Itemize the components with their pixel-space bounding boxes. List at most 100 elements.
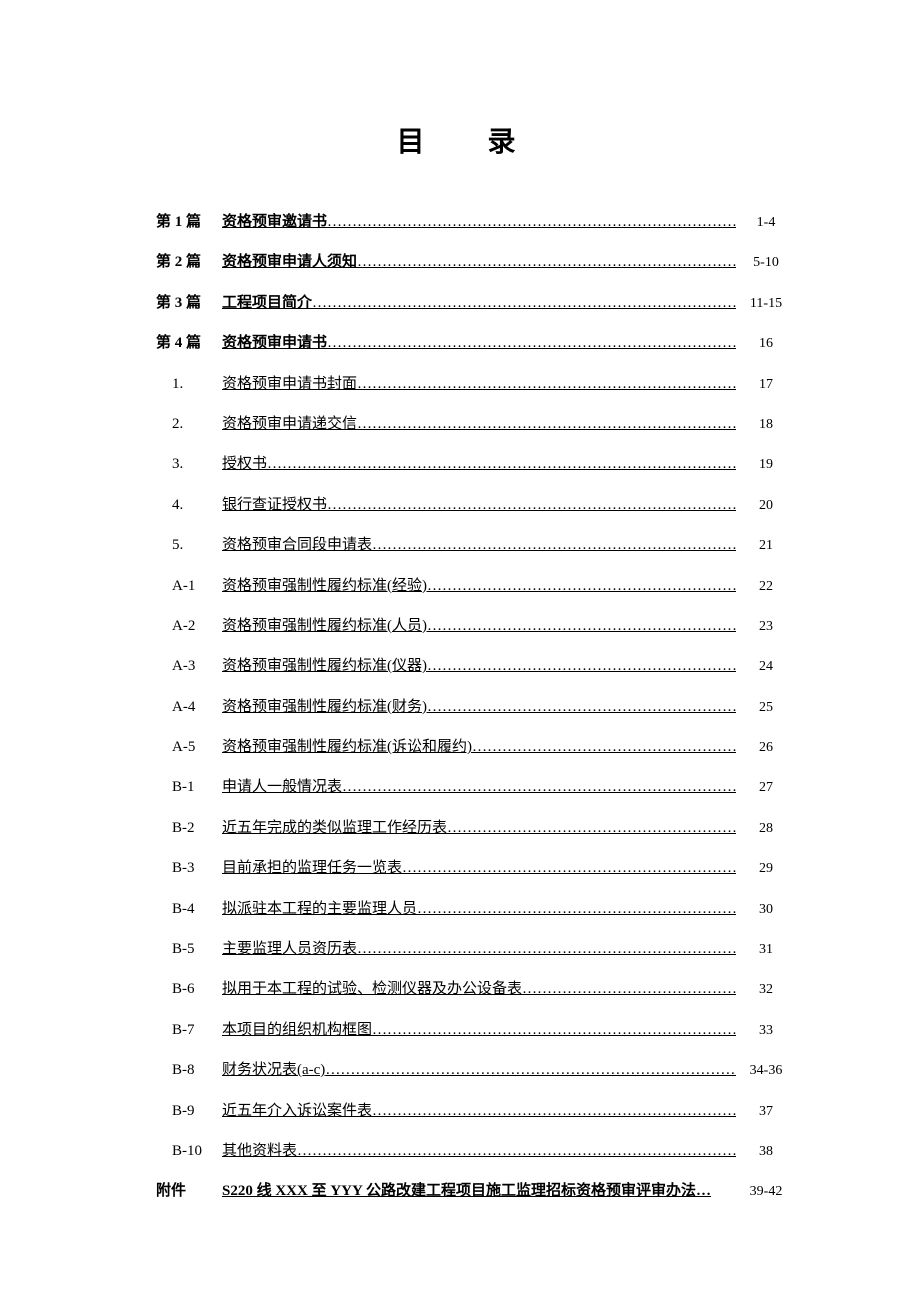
toc-leader-dots [522, 977, 736, 1001]
toc-entry-link[interactable]: 授权书 [222, 452, 267, 476]
toc-entry-link[interactable]: 资格预审强制性履约标准(诉讼和履约) [222, 735, 472, 759]
toc-entry-link[interactable]: 资格预审申请人须知 [222, 250, 357, 274]
toc-entry-link[interactable]: 近五年完成的类似监理工作经历表 [222, 816, 447, 840]
toc-entry-label: 第 3 篇 [150, 291, 222, 315]
toc-leader-dots [372, 533, 736, 557]
toc-entry-link[interactable]: 其他资料表 [222, 1139, 297, 1163]
toc-row: 4.银行查证授权书 20 [150, 493, 790, 517]
toc-entry-link[interactable]: 资格预审强制性履约标准(财务) [222, 695, 427, 719]
toc-leader-dots [372, 1099, 736, 1123]
toc-entry-label: B-5 [150, 937, 222, 961]
toc-row: 1.资格预审申请书封面 17 [150, 372, 790, 396]
toc-entry-link[interactable]: 申请人一般情况表 [222, 775, 342, 799]
toc-row: B-6拟用于本工程的试验、检测仪器及办公设备表32 [150, 977, 790, 1001]
toc-row: A-2资格预审强制性履约标准(人员)23 [150, 614, 790, 638]
toc-title-cell: 授权书 [222, 452, 736, 476]
toc-entry-link[interactable]: 资格预审强制性履约标准(仪器) [222, 654, 427, 678]
toc-title-cell: 拟派驻本工程的主要监理人员 [222, 897, 736, 921]
toc-entry-link[interactable]: 目前承担的监理任务一览表 [222, 856, 402, 880]
toc-title-cell: 目前承担的监理任务一览表 [222, 856, 736, 880]
toc-leader-dots [357, 372, 736, 396]
toc-leader-dots [427, 614, 736, 638]
toc-entry-page: 28 [736, 818, 790, 840]
toc-leader-dots [325, 1058, 736, 1082]
toc-entry-link[interactable]: 主要监理人员资历表 [222, 937, 357, 961]
toc-entry-label: 4. [150, 493, 222, 517]
toc-leader-dots [357, 412, 736, 436]
toc-entry-page: 21 [736, 535, 790, 557]
toc-leader-dots [427, 695, 736, 719]
toc-row: 2.资格预审申请递交信18 [150, 412, 790, 436]
toc-leader-dots [312, 291, 736, 315]
toc-entry-label: B-9 [150, 1099, 222, 1123]
toc-entry-page: 26 [736, 737, 790, 759]
toc-entry-link[interactable]: 工程项目简介 [222, 291, 312, 315]
toc-entry-link[interactable]: 资格预审强制性履约标准(经验) [222, 574, 427, 598]
toc-leader-dots [327, 493, 736, 517]
toc-entry-label: B-7 [150, 1018, 222, 1042]
toc-title-cell: 申请人一般情况表 [222, 775, 736, 799]
toc-entry-link[interactable]: 银行查证授权书 [222, 493, 327, 517]
toc-title-cell: 资格预审强制性履约标准(经验) [222, 574, 736, 598]
toc-entry-link[interactable]: 资格预审申请书 [222, 331, 327, 355]
toc-entry-link[interactable]: 资格预审强制性履约标准(人员) [222, 614, 427, 638]
toc-entry-label: B-6 [150, 977, 222, 1001]
toc-leader-dots [327, 331, 736, 355]
toc-row: B-7本项目的组织机构框图 33 [150, 1018, 790, 1042]
toc-leader-dots [402, 856, 736, 880]
toc-entry-label: 第 4 篇 [150, 331, 222, 355]
toc-leader-dots [297, 1139, 736, 1163]
toc-title-cell: 资格预审申请递交信 [222, 412, 736, 436]
toc-entry-link[interactable]: S220 线 XXX 至 YYY 公路改建工程项目施工监理招标资格预审评审办法… [222, 1179, 711, 1203]
toc-row: 3.授权书 19 [150, 452, 790, 476]
toc-row: 5.资格预审合同段申请表21 [150, 533, 790, 557]
toc-entry-link[interactable]: 拟派驻本工程的主要监理人员 [222, 897, 417, 921]
toc-entry-link[interactable]: 本项目的组织机构框图 [222, 1018, 372, 1042]
toc-entry-link[interactable]: 资格预审申请书封面 [222, 372, 357, 396]
toc-entry-link[interactable]: 资格预审合同段申请表 [222, 533, 372, 557]
toc-entry-label: 第 1 篇 [150, 210, 222, 234]
toc-entry-label: A-4 [150, 695, 222, 719]
toc-entry-link[interactable]: 近五年介入诉讼案件表 [222, 1099, 372, 1123]
toc-entry-link[interactable]: 资格预审邀请书 [222, 210, 327, 234]
toc-leader-dots [447, 816, 736, 840]
toc-title-cell: 财务状况表(a-c) [222, 1058, 736, 1082]
toc-title-cell: 资格预审申请书 [222, 331, 736, 355]
toc-entry-page: 33 [736, 1020, 790, 1042]
toc-title-cell: 资格预审邀请书 [222, 210, 736, 234]
toc-entry-link[interactable]: 财务状况表(a-c) [222, 1058, 325, 1082]
toc-entry-link[interactable]: 拟用于本工程的试验、检测仪器及办公设备表 [222, 977, 522, 1001]
toc-entry-label: 第 2 篇 [150, 250, 222, 274]
toc-entry-link[interactable]: 资格预审申请递交信 [222, 412, 357, 436]
toc-entry-label: B-8 [150, 1058, 222, 1082]
toc-leader-dots [267, 452, 736, 476]
toc-entry-page: 17 [736, 374, 790, 396]
toc-entry-page: 19 [736, 454, 790, 476]
toc-title-cell: 资格预审强制性履约标准(财务) [222, 695, 736, 719]
toc-title-cell: 近五年介入诉讼案件表 [222, 1099, 736, 1123]
toc-leader-dots [427, 574, 736, 598]
toc-entry-page: 1-4 [736, 212, 790, 234]
toc-entry-label: A-5 [150, 735, 222, 759]
toc-row: 第 2 篇资格预审申请人须知5-10 [150, 250, 790, 274]
toc-leader-dots [472, 735, 736, 759]
toc-entry-label: 3. [150, 452, 222, 476]
toc-entry-page: 27 [736, 777, 790, 799]
toc-entry-label: 2. [150, 412, 222, 436]
toc-entry-page: 29 [736, 858, 790, 880]
toc-title-cell: 工程项目简介 [222, 291, 736, 315]
toc-leader-dots [357, 937, 736, 961]
toc-title-cell: 主要监理人员资历表 [222, 937, 736, 961]
toc-row: B-8财务状况表(a-c)34-36 [150, 1058, 790, 1082]
toc-leader-dots [427, 654, 736, 678]
toc-row: B-5主要监理人员资历表31 [150, 937, 790, 961]
toc-entry-page: 38 [736, 1141, 790, 1163]
toc-entry-page: 37 [736, 1101, 790, 1123]
toc-entry-page: 20 [736, 495, 790, 517]
toc-title-cell: 其他资料表 [222, 1139, 736, 1163]
toc-leader-dots [417, 897, 736, 921]
toc-leader-dots [357, 250, 736, 274]
toc-row: A-5资格预审强制性履约标准(诉讼和履约) 26 [150, 735, 790, 759]
toc-title-cell: 资格预审强制性履约标准(诉讼和履约) [222, 735, 736, 759]
toc-entry-label: 1. [150, 372, 222, 396]
